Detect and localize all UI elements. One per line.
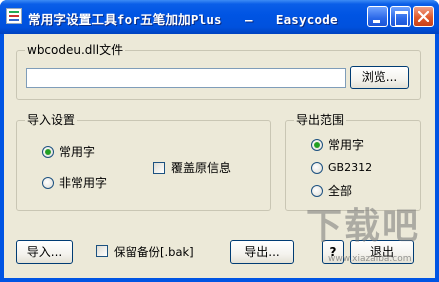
backup-label: 保留备份[.bak] xyxy=(114,245,194,259)
import-settings-label: 导入设置 xyxy=(25,113,78,127)
overwrite-checkbox[interactable] xyxy=(153,162,165,174)
window-title: 常用字设置工具for五笔加加Plus — Easycode xyxy=(28,12,338,27)
app-icon[interactable] xyxy=(6,8,22,24)
export-all-label: 全部 xyxy=(328,184,353,198)
import-button[interactable]: 导入... xyxy=(16,240,73,264)
title-bar[interactable]: 常用字设置工具for五笔加加Plus — Easycode xyxy=(0,0,439,34)
watermark-text: 下载吧 xyxy=(306,206,421,247)
watermark-subtext: www.xiazaiba.com xyxy=(328,254,412,264)
export-gb2312-radio[interactable] xyxy=(311,162,323,174)
import-button-label: 导入... xyxy=(26,245,63,259)
import-common-radio[interactable] xyxy=(42,146,54,158)
close-icon xyxy=(418,11,429,22)
import-settings-group: 导入设置 常用字 非常用字 覆盖原信息 xyxy=(16,113,271,211)
export-button[interactable]: 导出... xyxy=(230,240,294,264)
dll-file-label: wbcodeu.dll文件 xyxy=(25,43,126,57)
minimize-button[interactable] xyxy=(367,6,388,27)
browse-button[interactable]: 浏览... xyxy=(350,66,409,89)
import-uncommon-radio[interactable] xyxy=(42,177,54,189)
export-all-radio[interactable] xyxy=(311,185,323,197)
browse-button-label: 浏览... xyxy=(361,70,398,84)
maximize-button[interactable] xyxy=(390,6,411,27)
backup-checkbox[interactable] xyxy=(96,245,108,257)
watermark-logo: 下载吧 www.xiazaiba.com xyxy=(306,204,434,278)
export-range-label: 导出范围 xyxy=(294,113,347,127)
dll-path-input[interactable] xyxy=(26,68,346,88)
close-button[interactable] xyxy=(413,6,434,27)
export-common-label: 常用字 xyxy=(328,138,365,152)
import-common-label: 常用字 xyxy=(59,145,96,159)
export-common-radio[interactable] xyxy=(311,139,323,151)
overwrite-label: 覆盖原信息 xyxy=(171,161,232,175)
import-uncommon-label: 非常用字 xyxy=(59,176,108,190)
export-range-group: 导出范围 常用字 GB2312 全部 xyxy=(285,113,421,211)
export-button-label: 导出... xyxy=(244,245,280,259)
export-gb2312-label: GB2312 xyxy=(328,161,373,174)
dll-file-group: wbcodeu.dll文件 浏览... xyxy=(16,43,421,100)
